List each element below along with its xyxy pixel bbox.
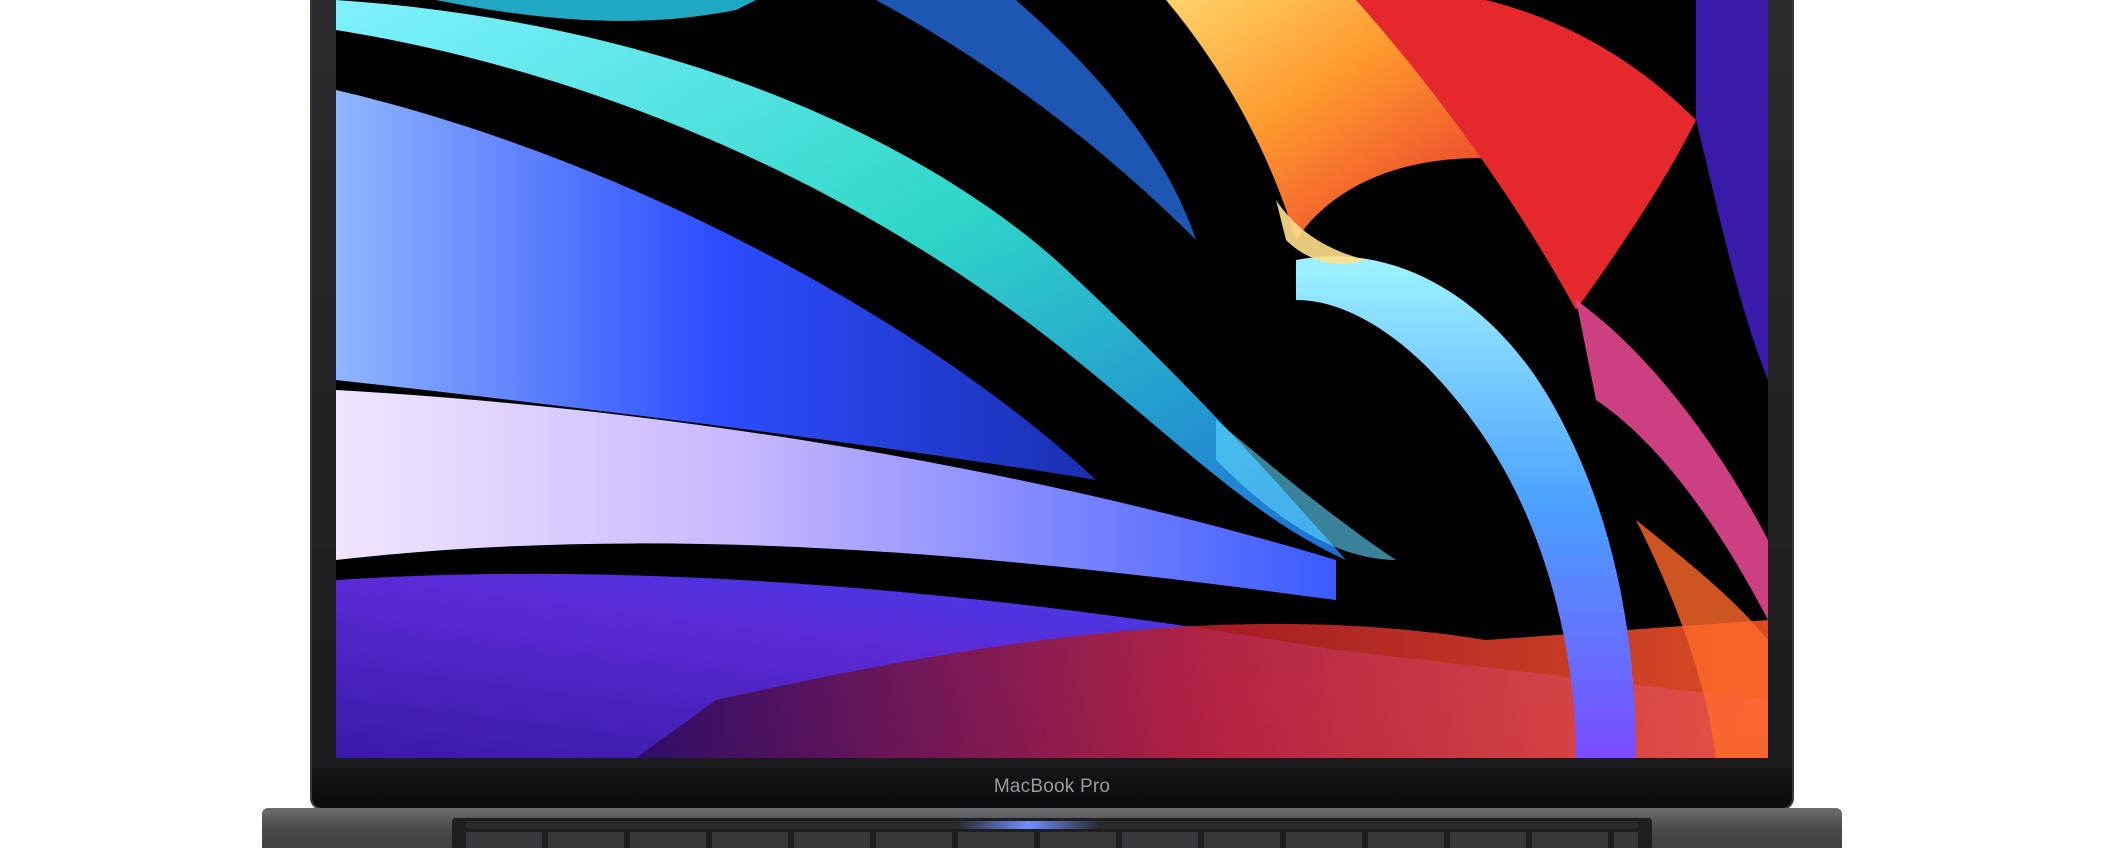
keyboard-keys <box>466 832 1638 848</box>
laptop-lid: MacBook Pro <box>312 0 1792 808</box>
brand-label: MacBook Pro <box>993 776 1111 797</box>
wallpaper-graphic <box>336 0 1768 758</box>
touch-bar <box>466 821 1638 829</box>
laptop-base <box>262 808 1842 848</box>
laptop-screen <box>336 0 1768 758</box>
product-photo: MacBook Pro <box>0 0 2120 848</box>
keyboard <box>452 818 1652 848</box>
screen-bezel-chin: MacBook Pro <box>312 768 1792 808</box>
